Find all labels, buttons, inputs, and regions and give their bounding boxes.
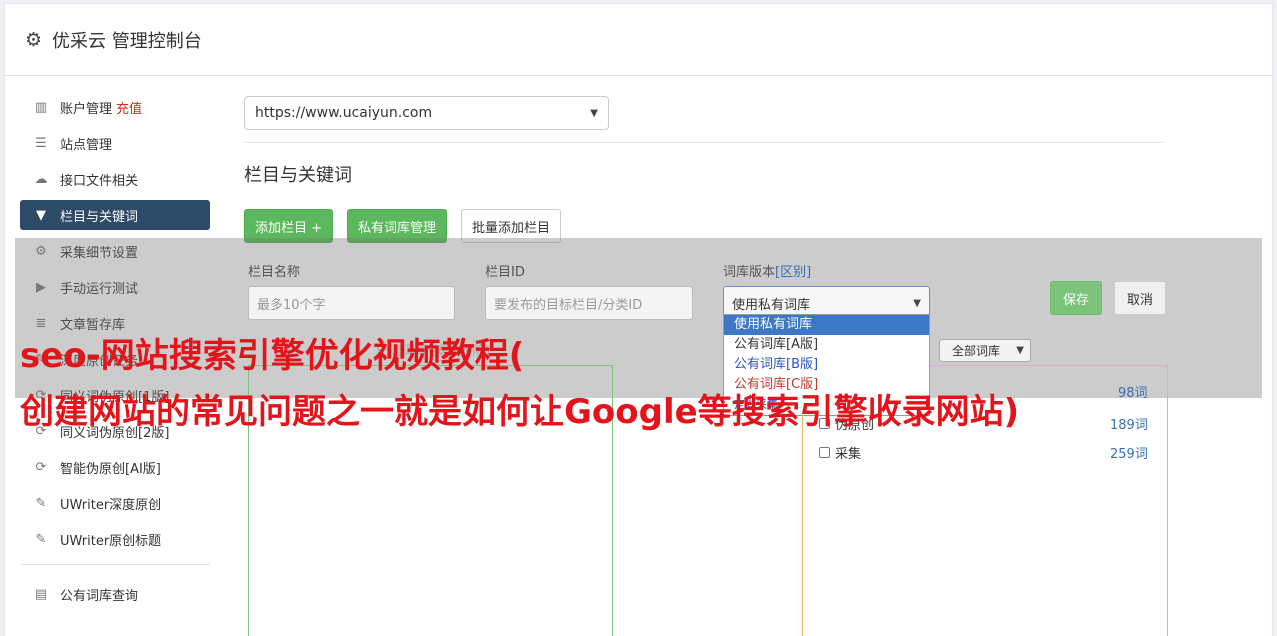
keyword-count: 98词 xyxy=(1118,386,1148,401)
version-label: 词库版本[区别] xyxy=(723,261,930,280)
dropdown-option[interactable]: 公有词库[A版] xyxy=(724,335,929,355)
lib-filter-select[interactable]: 全部词库 ▼ xyxy=(939,339,1031,362)
chevron-down-icon: ▼ xyxy=(1016,345,1024,356)
chevron-down-icon: ▼ xyxy=(913,297,921,309)
sidebar-item-ai-rewrite[interactable]: ⟳ 智能伪原创[AI版] xyxy=(20,452,210,482)
sidebar-item-label: 接口文件相关 xyxy=(60,173,139,189)
watermark-line-2: 创建网站的常见问题之一就是如何让Google等搜索引擎收录网站) xyxy=(20,392,1020,432)
site-select-value: https://www.ucaiyun.com xyxy=(255,105,433,121)
sidebar-divider xyxy=(20,564,210,565)
main-content: https://www.ucaiyun.com ▼ 栏目与关键词 添加栏目 + … xyxy=(244,96,1164,243)
version-group: 词库版本[区别] 使用私有词库 ▼ xyxy=(723,261,930,320)
filter-icon: ▼ xyxy=(36,207,46,223)
sidebar-item-uwriter-original[interactable]: ✎ UWriter深度原创 xyxy=(20,488,210,518)
sidebar-item-public-lib-query[interactable]: ▤ 公有词库查询 xyxy=(20,579,210,609)
dropdown-option[interactable]: 公有词库[B版] xyxy=(724,355,929,375)
cancel-button[interactable]: 取消 xyxy=(1114,281,1167,315)
save-button[interactable]: 保存 xyxy=(1050,281,1103,315)
watermark-line-1: seo-网站搜索引擎优化视频教程( xyxy=(20,336,525,376)
list-item-label: 采集 xyxy=(835,447,862,462)
keyword-count: 259词 xyxy=(1110,447,1148,462)
sidebar-item-account[interactable]: ▥ 账户管理 充值 xyxy=(20,92,210,122)
sidebar-item-interface-files[interactable]: ☁ 接口文件相关 xyxy=(20,164,210,194)
cloud-upload-icon: ☁ xyxy=(34,171,48,187)
name-group: 栏目名称 最多10个字 xyxy=(248,261,455,320)
page-title: 优采云 管理控制台 xyxy=(52,30,202,52)
sidebar-item-uwriter-title[interactable]: ✎ UWriter原创标题 xyxy=(20,524,210,554)
console-header: ⚙ 优采云 管理控制台 xyxy=(5,4,1272,76)
version-label-text: 词库版本 xyxy=(723,265,776,280)
lib-filter-value: 全部词库 xyxy=(952,344,1001,358)
edit-icon: ✎ xyxy=(35,531,47,547)
server-icon: ☰ xyxy=(35,135,47,151)
sidebar-item-label: 智能伪原创[AI版] xyxy=(60,461,161,477)
section-title: 栏目与关键词 xyxy=(244,165,352,186)
cancel-group: 取消 xyxy=(1114,281,1167,315)
edit-icon: ✎ xyxy=(35,495,47,511)
name-label: 栏目名称 xyxy=(248,265,301,280)
keyword-count: 189词 xyxy=(1110,418,1148,433)
checkbox[interactable] xyxy=(819,447,830,458)
column-name-input[interactable]: 最多10个字 xyxy=(248,286,455,320)
sidebar-item-label: UWriter深度原创 xyxy=(60,497,162,513)
save-group: 保存 xyxy=(1050,281,1103,315)
difference-link[interactable]: [区别] xyxy=(775,265,811,280)
bar-chart-icon: ▥ xyxy=(34,99,48,115)
id-group: 栏目ID 要发布的目标栏目/分类ID xyxy=(485,261,693,320)
site-select[interactable]: https://www.ucaiyun.com ▼ xyxy=(244,96,609,130)
book-icon: ▤ xyxy=(34,586,48,602)
sidebar-item-label: UWriter原创标题 xyxy=(60,533,162,549)
sidebar-item-label: 账户管理 xyxy=(60,101,113,117)
sidebar-item-columns-keywords[interactable]: ▼ 栏目与关键词 xyxy=(20,200,210,230)
lib-version-value: 使用私有词库 xyxy=(732,297,811,313)
sidebar-item-label: 栏目与关键词 xyxy=(60,209,139,225)
recharge-link[interactable]: 充值 xyxy=(116,98,142,117)
list-item[interactable]: 采集 xyxy=(819,443,861,462)
gear-icon: ⚙ xyxy=(25,28,43,51)
sidebar-item-label: 站点管理 xyxy=(60,137,113,153)
refresh-icon: ⟳ xyxy=(35,459,47,475)
chevron-down-icon: ▼ xyxy=(590,107,598,119)
dropdown-option[interactable]: 使用私有词库 xyxy=(724,315,929,335)
id-label: 栏目ID xyxy=(485,265,525,280)
column-id-input[interactable]: 要发布的目标栏目/分类ID xyxy=(485,286,693,320)
sidebar-item-label: 公有词库查询 xyxy=(60,588,139,604)
sidebar-item-sites[interactable]: ☰ 站点管理 xyxy=(20,128,210,158)
divider xyxy=(244,142,1164,143)
